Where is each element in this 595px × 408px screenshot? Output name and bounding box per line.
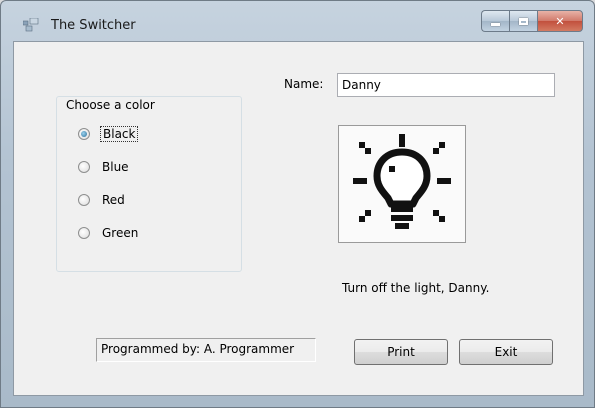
maximize-button[interactable] [509,10,537,32]
minimize-icon [491,22,500,26]
radio-red[interactable]: Red [78,190,127,210]
radio-black[interactable]: Black [78,124,139,144]
caption-buttons: ✕ [481,10,583,32]
window-title: The Switcher [51,18,136,33]
radio-label-black: Black [100,126,139,142]
lightbulb-icon [353,134,451,229]
radio-button[interactable] [78,227,90,239]
radio-green[interactable]: Green [78,223,140,243]
name-input[interactable] [337,73,555,97]
close-button[interactable]: ✕ [537,10,583,32]
radio-button[interactable] [78,194,90,206]
lightbulb-picturebox[interactable] [338,125,466,243]
author-label: Programmed by: A. Programmer [96,338,316,362]
main-window: The Switcher ✕ Name: Choose a color Blac… [0,0,595,408]
radio-blue[interactable]: Blue [78,157,131,177]
radio-label-green: Green [102,226,139,240]
exit-button[interactable]: Exit [459,339,553,365]
app-icon[interactable] [23,18,39,32]
name-label-text: Name: [284,77,324,91]
status-message: Turn off the light, Danny. [342,281,490,295]
name-label: Name: [284,77,323,91]
print-button[interactable]: Print [354,339,448,365]
close-icon: ✕ [555,14,565,28]
radio-button[interactable] [78,161,90,173]
color-groupbox [56,96,242,272]
maximize-icon [519,17,528,25]
title-bar[interactable]: The Switcher ✕ [1,1,594,41]
color-group-title: Choose a color [66,98,155,112]
radio-label-red: Red [102,193,125,207]
radio-label-blue: Blue [102,160,129,174]
form-client-area: Name: Choose a color Black Blue Red Gree… [13,41,584,396]
minimize-button[interactable] [481,10,509,32]
radio-button-checked[interactable] [78,128,90,140]
